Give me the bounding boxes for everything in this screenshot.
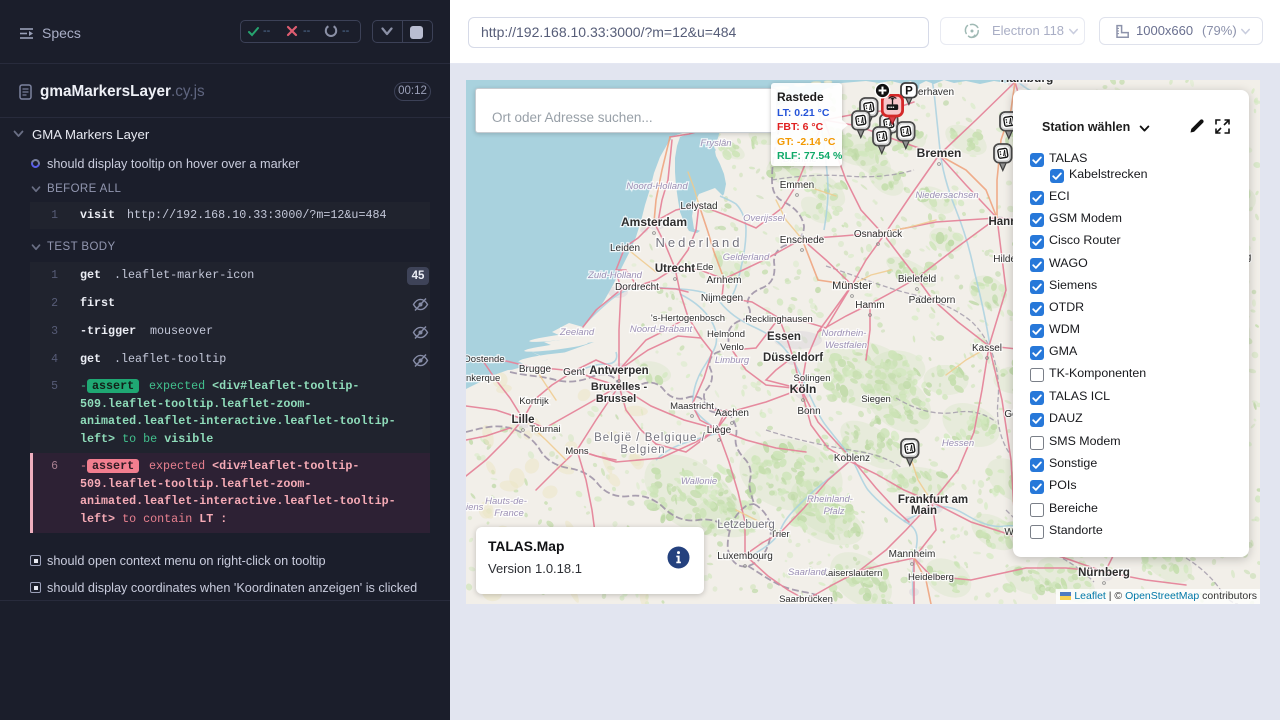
svg-text:Fryslân: Fryslân — [700, 138, 731, 149]
svg-text:Limburg: Limburg — [715, 355, 750, 366]
svg-text:Utrecht: Utrecht — [655, 263, 695, 275]
svg-text:Zeeland: Zeeland — [559, 327, 595, 338]
svg-text:Hamburg: Hamburg — [1001, 80, 1054, 85]
svg-text:Koblenz: Koblenz — [834, 453, 870, 464]
svg-text:Oostende: Oostende — [466, 354, 505, 365]
svg-text:Bruxelles -: Bruxelles - — [591, 381, 648, 393]
svg-text:nkerque: nkerque — [466, 373, 500, 384]
svg-text:Dordrecht: Dordrecht — [615, 282, 659, 293]
svg-text:Emmen: Emmen — [780, 180, 814, 191]
svg-text:Overijssel: Overijssel — [743, 213, 786, 224]
svg-text:Münster: Münster — [832, 280, 872, 292]
svg-text:Liège: Liège — [707, 425, 732, 436]
svg-text:Mannheim: Mannheim — [889, 549, 936, 560]
svg-text:Hauts-de-: Hauts-de- — [485, 496, 527, 507]
svg-text:iens: iens — [466, 502, 484, 513]
svg-text:Brussel: Brussel — [596, 393, 636, 405]
svg-text:'s-Hertogenbosch: 's-Hertogenbosch — [651, 313, 725, 324]
svg-text:Zuid-Holland: Zuid-Holland — [587, 270, 643, 281]
svg-text:Paderborn: Paderborn — [909, 295, 956, 306]
svg-text:Belgien: Belgien — [620, 444, 665, 456]
svg-text:Osnabrück: Osnabrück — [854, 229, 903, 240]
svg-text:Heidelberg: Heidelberg — [908, 572, 954, 583]
svg-text:Essen: Essen — [767, 331, 801, 343]
svg-text:Letzebuerg: Letzebuerg — [717, 519, 775, 531]
svg-text:Köln: Köln — [790, 382, 817, 396]
svg-text:Pfalz: Pfalz — [823, 506, 844, 517]
svg-text:Ede: Ede — [697, 262, 714, 273]
svg-text:Enschede: Enschede — [780, 235, 825, 246]
svg-text:Kortrijk: Kortrijk — [519, 396, 549, 407]
svg-text:Brugge: Brugge — [519, 364, 552, 375]
svg-text:Leiden: Leiden — [610, 243, 640, 254]
svg-text:Bremen: Bremen — [917, 146, 962, 160]
svg-text:Rheinland-: Rheinland- — [807, 494, 853, 505]
svg-text:Lelystad: Lelystad — [680, 201, 717, 212]
svg-text:Saarland: Saarland — [788, 567, 827, 578]
svg-text:Bonn: Bonn — [797, 406, 820, 417]
svg-text:België / Belgique /: België / Belgique / — [594, 432, 706, 444]
svg-text:France: France — [494, 508, 524, 519]
svg-text:Solingen: Solingen — [794, 373, 831, 384]
svg-text:Nijmegen: Nijmegen — [701, 293, 743, 304]
svg-text:Noord-Holland: Noord-Holland — [626, 181, 688, 192]
svg-text:Helmond: Helmond — [707, 329, 745, 340]
svg-text:Hamm: Hamm — [855, 300, 884, 311]
svg-text:Recklinghausen: Recklinghausen — [745, 314, 813, 325]
svg-text:Aachen: Aachen — [715, 408, 749, 419]
svg-text:Arnhem: Arnhem — [706, 275, 741, 286]
svg-text:Kaiserslautern: Kaiserslautern — [822, 568, 883, 579]
svg-text:Tournai: Tournai — [529, 424, 560, 435]
svg-text:Westfalen: Westfalen — [825, 340, 867, 351]
svg-text:Wallonie: Wallonie — [681, 476, 717, 487]
svg-text:P: P — [905, 85, 913, 97]
svg-text:Saarbrücken: Saarbrücken — [779, 594, 833, 604]
svg-text:Siegen: Siegen — [861, 394, 891, 405]
svg-text:Hessen: Hessen — [942, 438, 974, 449]
svg-text:Bielefeld: Bielefeld — [898, 274, 936, 285]
svg-text:Nederland: Nederland — [656, 235, 743, 250]
svg-text:Gelderland: Gelderland — [723, 252, 770, 263]
svg-text:Antwerpen: Antwerpen — [589, 365, 648, 377]
svg-text:Mons: Mons — [565, 446, 588, 457]
svg-text:Venlo: Venlo — [720, 342, 744, 353]
svg-text:Amsterdam: Amsterdam — [621, 215, 687, 229]
svg-text:Kassel: Kassel — [972, 343, 1002, 354]
svg-text:Luxembourg: Luxembourg — [717, 551, 773, 562]
svg-text:Noord-Brabant: Noord-Brabant — [630, 324, 693, 335]
svg-text:Düsseldorf: Düsseldorf — [763, 352, 823, 364]
svg-text:Maastricht: Maastricht — [670, 401, 714, 412]
svg-text:Gent: Gent — [563, 367, 585, 378]
svg-text:Nordrhein-: Nordrhein- — [822, 328, 867, 339]
svg-text:Main: Main — [911, 505, 937, 517]
svg-text:Niedersachsen: Niedersachsen — [915, 190, 978, 201]
svg-text:erhaven: erhaven — [918, 87, 954, 98]
svg-text:Nürnberg: Nürnberg — [1078, 567, 1130, 579]
